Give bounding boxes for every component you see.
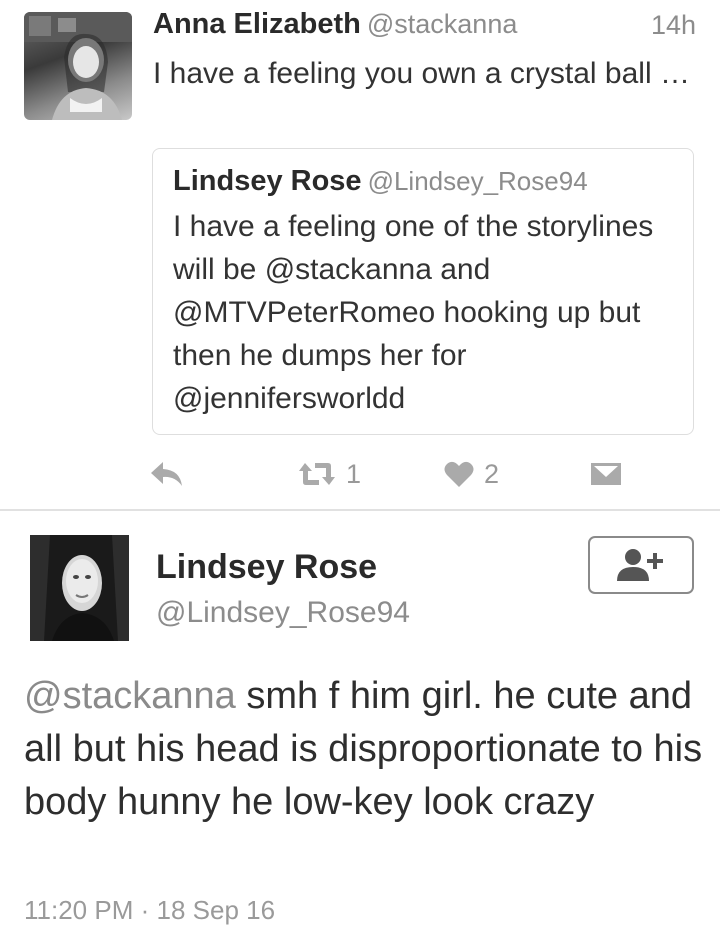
reply-tweet-text: I have a feeling you own a crystal ball … <box>153 57 690 90</box>
profile-photo-icon <box>30 535 129 641</box>
retweet-count: 1 <box>346 458 362 489</box>
like-button[interactable]: 2 <box>444 454 499 494</box>
quoted-author: Lindsey Rose @Lindsey_Rose94 <box>173 165 588 198</box>
reply-author-handle[interactable]: @stackanna <box>367 9 518 39</box>
quoted-tweet-card[interactable]: Lindsey Rose @Lindsey_Rose94 I have a fee… <box>152 148 694 435</box>
like-count: 2 <box>484 458 500 489</box>
tweet-divider <box>0 509 720 511</box>
profile-photo-icon <box>24 12 132 120</box>
direct-message-button[interactable] <box>590 454 622 494</box>
quoted-author-name: Lindsey Rose <box>173 165 362 197</box>
tweet-timestamp[interactable]: 11:20 PM · 18 Sep 16 <box>24 895 275 926</box>
mention-link[interactable]: @stackanna <box>24 675 236 717</box>
quoted-author-handle: @Lindsey_Rose94 <box>367 166 588 196</box>
lindsey-rose-avatar[interactable] <box>30 535 129 641</box>
reply-author-name[interactable]: Anna Elizabeth <box>153 8 361 40</box>
reply-author[interactable]: Anna Elizabeth @stackanna <box>153 8 517 41</box>
reply-icon <box>151 462 182 486</box>
quoted-tweet-text: I have a feeling one of the storylines w… <box>173 210 654 415</box>
tweet-author-name[interactable]: Lindsey Rose <box>156 548 377 587</box>
add-user-icon <box>617 549 663 581</box>
reply-button[interactable] <box>150 454 184 494</box>
retweet-icon <box>299 463 335 485</box>
tweet-date: 18 Sep 16 <box>156 895 276 925</box>
reply-timestamp: 14h <box>650 10 696 40</box>
timestamp-separator: · <box>140 895 150 925</box>
follow-button[interactable] <box>588 536 694 594</box>
heart-icon <box>444 461 474 487</box>
tweet-text: @stackanna smh f him girl. he cute and a… <box>24 670 704 829</box>
tweet-time: 11:20 PM <box>24 895 134 925</box>
tweet-author-handle[interactable]: @Lindsey_Rose94 <box>156 596 410 630</box>
retweet-button[interactable]: 1 <box>298 454 361 494</box>
envelope-icon <box>591 463 621 485</box>
anna-elizabeth-avatar[interactable] <box>24 12 132 120</box>
